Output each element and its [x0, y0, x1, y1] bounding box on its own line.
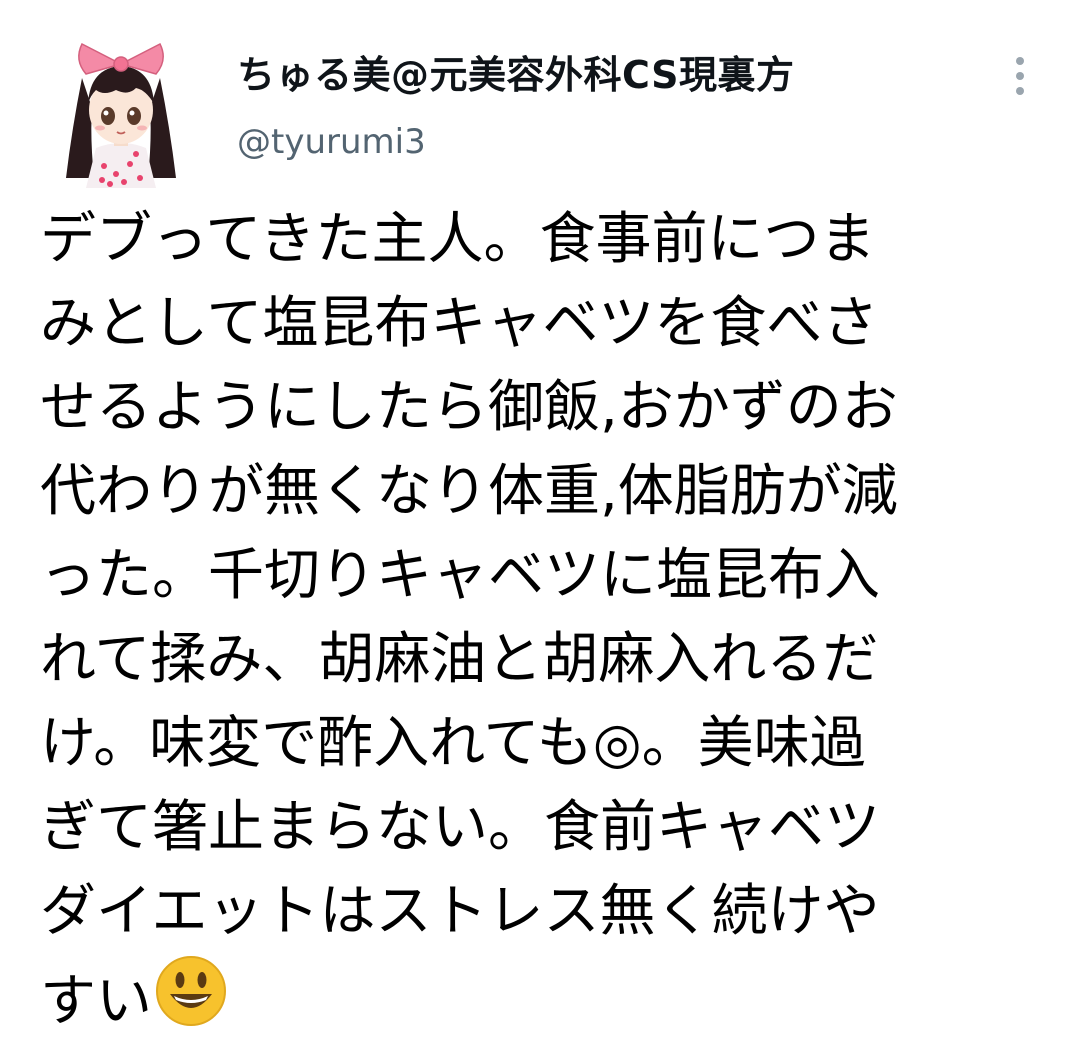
- user-handle[interactable]: @tyurumi3: [237, 122, 794, 162]
- tweet-line: れて揉み、胡麻油と胡麻入れるだ: [40, 627, 879, 692]
- anime-girl-avatar-icon: [66, 42, 176, 188]
- tweet-line: った。千切りキャベツに塩昆布入: [40, 543, 880, 608]
- tweet-line: ぎて箸止まらない。食前キャベツ: [40, 795, 880, 860]
- display-name[interactable]: ちゅる美@元美容外科CS現裏方: [237, 50, 794, 100]
- tweet-body: デブってきた主人。食事前につま みとして塩昆布キャベツを食べさ せるようにしたら…: [40, 198, 1050, 1038]
- tweet-line: け。味変で酢入れても◎。美味過: [40, 711, 866, 776]
- tweet-line: みとして塩昆布キャベツを食べさ: [40, 291, 879, 356]
- more-vertical-icon-dot: [1016, 57, 1024, 65]
- tweet-card: ちゅる美@元美容外科CS現裏方 @tyurumi3 デブってきた主人。食事前につ…: [0, 0, 1080, 1057]
- tweet-line: 代わりが無くなり体重,体脂肪が減: [40, 459, 898, 524]
- tweet-line: デブってきた主人。食事前につま: [40, 207, 876, 272]
- avatar[interactable]: [52, 38, 190, 188]
- more-options-button[interactable]: [1000, 52, 1040, 100]
- tweet-line-text: すい: [40, 969, 152, 1034]
- tweet-line: せるようにしたら御飯,おかずのお: [40, 375, 898, 440]
- author-names: ちゅる美@元美容外科CS現裏方 @tyurumi3: [237, 50, 794, 162]
- more-vertical-icon-dot: [1016, 72, 1024, 80]
- smiley-face-emoji-icon: [156, 956, 226, 1026]
- tweet-line: ダイエットはストレス無く続けや: [40, 879, 880, 944]
- more-vertical-icon-dot: [1016, 87, 1024, 95]
- tweet-header: ちゅる美@元美容外科CS現裏方 @tyurumi3: [0, 0, 1080, 200]
- tweet-last-line: すい: [40, 954, 1050, 1038]
